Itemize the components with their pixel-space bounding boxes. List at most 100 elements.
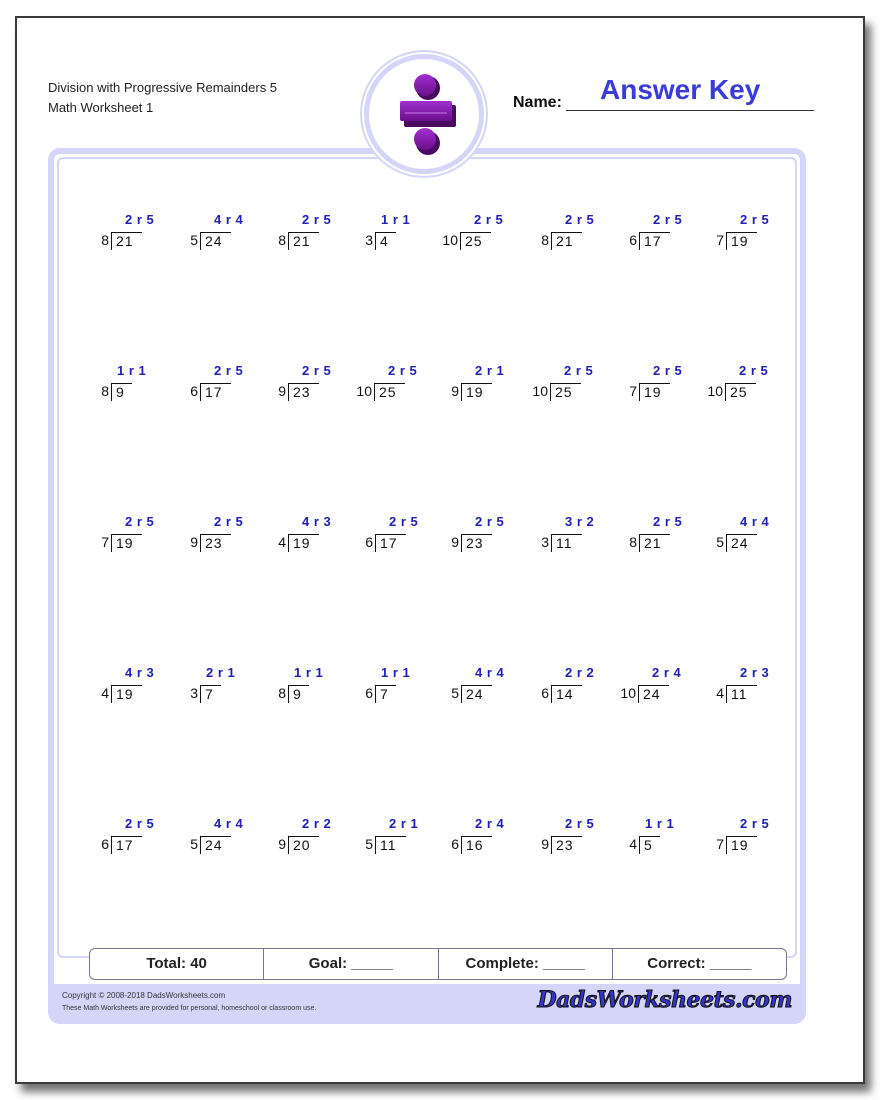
division-problem: 2 r 5 8 21 [100,212,170,252]
quotient-answer: 2 r 5 [653,212,683,227]
quotient-answer: 2 r 3 [740,665,770,680]
quotient-answer: 1 r 1 [294,665,324,680]
division-problem: 1 r 1 34 [364,212,434,252]
division-problem: 2 r 5 6 17 [364,514,434,554]
dividend: 5 [639,836,660,854]
dividend: 20 [288,836,319,854]
name-underline [566,110,814,111]
division-problem: 2 r 5 8 21 [628,514,698,554]
title-line-1: Division with Progressive Remainders 5 [48,80,278,95]
quotient-answer: 2 r 5 [214,363,244,378]
dividend: 17 [375,534,406,552]
divisor: 9 [451,383,459,399]
quotient-answer: 2 r 5 [125,212,155,227]
division-problem: 2 r 5 9 23 [540,816,610,856]
division-problem: 2 r 1 9 19 [450,363,520,403]
divisor: 6 [365,685,373,701]
copyright-block: Copyright © 2008-2018 DadsWorksheets.com… [62,989,316,1015]
score-total: Total: 40 [90,949,265,979]
divisor: 7 [716,232,724,248]
division-problem: 2 r 5 6 17 [189,363,259,403]
dividend: 19 [288,534,319,552]
division-problem: 2 r 2 6 14 [540,665,610,705]
division-sign-icon [400,74,456,155]
answer-key-label: Answer Key [600,74,761,105]
dividend: 23 [461,534,492,552]
name-field: Name: Answer Key [513,74,814,120]
division-problem: 2 r 5 7 19 [628,363,698,403]
division-problem: 2 r 1 5 11 [364,816,434,856]
division-problem: 2 r 5 10 25 [442,212,520,252]
division-problem: 2 r 5 6 17 [100,816,170,856]
divisor: 9 [541,836,549,852]
division-problem: 1 r 1 45 [628,816,698,856]
quotient-answer: 2 r 5 [653,514,683,529]
quotient-answer: 2 r 2 [565,665,595,680]
quotient-answer: 1 r 1 [645,816,675,831]
divisor: 5 [451,685,459,701]
divisor: 6 [190,383,198,399]
division-problem: 2 r 5 10 25 [707,363,785,403]
division-problem: 4 r 3 4 19 [277,514,347,554]
name-label: Name: [513,94,562,111]
quotient-answer: 2 r 5 [474,212,504,227]
dividend: 19 [461,383,492,401]
quotient-answer: 2 r 2 [302,816,332,831]
quotient-answer: 2 r 5 [125,514,155,529]
dividend: 19 [726,232,757,250]
score-table: Total: 40 Goal: _____ Complete: _____ Co… [89,948,787,980]
divisor: 10 [532,383,548,399]
division-problem: 2 r 5 10 25 [532,363,610,403]
dividend: 25 [374,383,405,401]
division-problem: 2 r 5 7 19 [715,212,785,252]
divisor: 3 [190,685,198,701]
division-problem: 4 r 4 5 24 [189,212,259,252]
divisor: 3 [365,232,373,248]
quotient-answer: 1 r 1 [381,665,411,680]
quotient-answer: 2 r 5 [302,212,332,227]
problems-frame: Copyright © 2008-2018 DadsWorksheets.com… [48,148,806,1024]
division-problem: 4 r 4 5 24 [189,816,259,856]
dividend: 25 [460,232,491,250]
division-problem: 2 r 5 7 19 [100,514,170,554]
score-goal: Goal: _____ [264,949,439,979]
divisor: 8 [278,232,286,248]
quotient-answer: 2 r 1 [206,665,236,680]
divisor: 10 [356,383,372,399]
quotient-answer: 2 r 5 [653,363,683,378]
dividend: 14 [551,685,582,703]
quotient-answer: 2 r 5 [125,816,155,831]
divisor: 5 [716,534,724,550]
quotient-answer: 4 r 4 [214,212,244,227]
divisor: 5 [190,232,198,248]
dividend: 11 [375,836,406,854]
dividend: 19 [726,836,757,854]
dividend: 23 [288,383,319,401]
divisor: 8 [278,685,286,701]
dividend: 16 [461,836,492,854]
dividend: 17 [639,232,670,250]
dividend: 4 [375,232,396,250]
divisor: 5 [190,836,198,852]
divisor: 6 [541,685,549,701]
footer-band: Copyright © 2008-2018 DadsWorksheets.com… [48,984,806,1024]
dividend: 19 [111,685,142,703]
division-problem: 1 r 1 89 [100,363,170,403]
divisor: 4 [629,836,637,852]
division-problem: 2 r 2 9 20 [277,816,347,856]
quotient-answer: 2 r 5 [214,514,244,529]
division-problem: 1 r 1 67 [364,665,434,705]
division-problem: 2 r 5 7 19 [715,816,785,856]
divisor: 9 [451,534,459,550]
divisor: 10 [620,685,636,701]
divisor: 9 [278,836,286,852]
quotient-answer: 4 r 4 [475,665,505,680]
divisor: 8 [541,232,549,248]
quotient-answer: 2 r 4 [475,816,505,831]
title-line-2: Math Worksheet 1 [48,100,154,115]
quotient-answer: 2 r 5 [475,514,505,529]
divisor: 7 [101,534,109,550]
division-problem: 2 r 5 10 25 [356,363,434,403]
dividend: 17 [200,383,231,401]
score-correct: Correct: _____ [647,955,752,972]
